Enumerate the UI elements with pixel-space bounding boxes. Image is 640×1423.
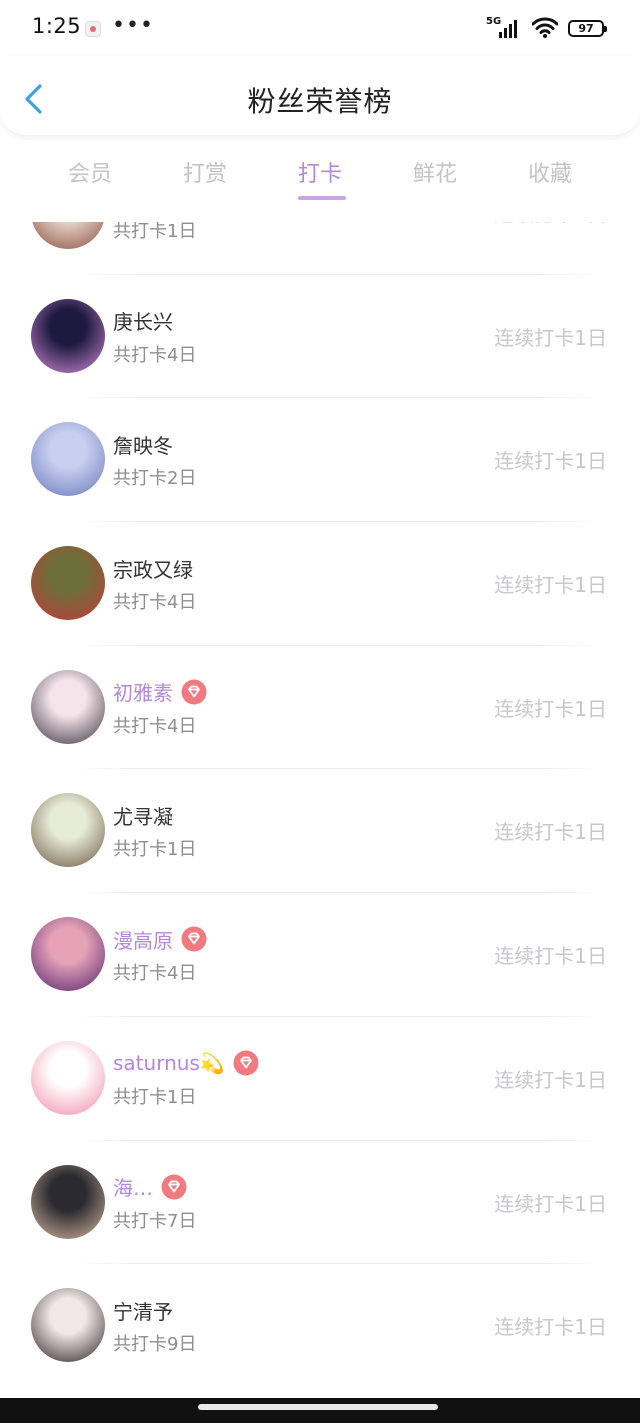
streak-days: 连续打卡1日 xyxy=(494,1191,607,1216)
system-navigation-bar xyxy=(0,1398,640,1423)
tab-bar: 会员 打赏 打卡 鲜花 收藏 xyxy=(0,140,640,220)
list-item[interactable]: 宁清予共打卡9日 连续打卡1日 xyxy=(0,1263,640,1387)
avatar[interactable] xyxy=(31,1288,105,1363)
name-line: 海… xyxy=(113,1174,187,1200)
streak-days: 连续打卡1日 xyxy=(494,820,607,845)
row-divider xyxy=(76,892,600,894)
name-line: 漫高原 xyxy=(113,926,207,953)
list-item[interactable]: 欢欢共打卡1日连续打卡1日 xyxy=(0,222,640,274)
list-item[interactable]: 漫高原共打卡4日 连续打卡1日 xyxy=(0,892,640,1016)
tab-flowers[interactable]: 鲜花 xyxy=(403,140,467,220)
wifi-icon xyxy=(532,17,558,38)
name-line: 詹映冬 xyxy=(113,431,173,458)
home-indicator[interactable] xyxy=(198,1404,438,1410)
streak-days: 连续打卡1日 xyxy=(494,1315,607,1340)
avatar[interactable] xyxy=(31,1164,105,1239)
streak-days: 连续打卡1日 xyxy=(494,944,607,969)
total-checkins: 共打卡4日 xyxy=(113,344,197,366)
user-name: 海… xyxy=(113,1176,153,1200)
total-checkins: 共打卡1日 xyxy=(113,1086,197,1108)
list-item[interactable]: 初雅素共打卡4日 连续打卡1日 xyxy=(0,644,640,769)
fan-list-viewport[interactable]: 欢欢共打卡1日连续打卡1日庚长兴共打卡4日连续打卡1日詹映冬共打卡2日连续打卡1… xyxy=(0,222,640,1398)
battery-level: 97 xyxy=(578,21,594,35)
more-notifications-icon: ••• xyxy=(112,13,154,38)
avatar[interactable] xyxy=(31,422,105,497)
list-item[interactable]: 尤寻凝共打卡1日 连续打卡1日 xyxy=(0,768,640,892)
list-item[interactable]: saturnus💫 共打卡1日 连续打卡1日 xyxy=(0,1015,640,1140)
user-name: 庚长兴 xyxy=(113,310,173,335)
total-checkins: 共打卡9日 xyxy=(113,1334,197,1356)
streak-days: 连续打卡1日 xyxy=(494,1067,607,1092)
total-checkins: 共打卡7日 xyxy=(113,1210,197,1232)
diamond-badge-icon xyxy=(181,926,207,952)
user-name: 漫高原 xyxy=(113,928,173,953)
name-line: 庚长兴 xyxy=(113,308,173,334)
name-line: 宗政又绿 xyxy=(113,555,193,582)
status-bar: 1:25 ••• 5G 97 xyxy=(0,0,640,56)
status-time: 1:25 xyxy=(32,14,82,38)
total-checkins: 共打卡4日 xyxy=(113,592,197,614)
streak-days: 连续打卡1日 xyxy=(494,325,607,350)
user-name: saturnus💫 xyxy=(113,1050,225,1075)
avatar[interactable] xyxy=(31,222,105,249)
list-item[interactable]: 海… 共打卡7日 连续打卡1日 xyxy=(0,1139,640,1264)
user-name: 初雅素 xyxy=(113,681,173,706)
total-checkins: 共打卡1日 xyxy=(113,839,197,861)
row-divider xyxy=(76,644,600,646)
page-title: 粉丝荣誉榜 xyxy=(247,85,393,118)
diamond-badge-icon xyxy=(161,1174,187,1199)
diamond-badge-icon xyxy=(181,679,207,705)
row-divider xyxy=(76,1139,600,1141)
row-divider xyxy=(76,768,600,770)
battery-icon: 97 xyxy=(568,19,607,37)
fan-list: 欢欢共打卡1日连续打卡1日庚长兴共打卡4日连续打卡1日詹映冬共打卡2日连续打卡1… xyxy=(0,222,640,1387)
row-divider xyxy=(76,521,600,523)
total-checkins: 共打卡4日 xyxy=(113,715,197,737)
user-name: 宗政又绿 xyxy=(113,557,193,582)
list-item[interactable]: 宗政又绿共打卡4日 连续打卡1日 xyxy=(0,521,640,645)
streak-days: 连续打卡1日 xyxy=(494,573,607,598)
row-divider xyxy=(76,273,600,275)
streak-days: 连续打卡1日 xyxy=(494,449,607,474)
user-name: 尤寻凝 xyxy=(113,804,173,829)
avatar[interactable] xyxy=(31,1040,105,1115)
navigation-header: 粉丝荣誉榜 xyxy=(0,56,640,136)
name-line: 尤寻凝 xyxy=(113,802,173,829)
tab-checkin[interactable]: 打卡 xyxy=(288,140,352,220)
row-divider xyxy=(76,397,600,399)
row-divider xyxy=(76,1263,600,1265)
total-checkins: 共打卡1日 xyxy=(113,222,197,242)
avatar[interactable] xyxy=(31,298,105,373)
tab-members[interactable]: 会员 xyxy=(58,140,122,220)
status-indicators: 5G 97 xyxy=(486,15,607,41)
avatar[interactable] xyxy=(31,669,105,744)
signal-icon: 5G xyxy=(486,16,522,40)
diamond-badge-icon xyxy=(233,1050,259,1076)
app-notification-icon xyxy=(85,21,101,37)
tab-favorites[interactable]: 收藏 xyxy=(518,140,582,220)
name-line: 宁清予 xyxy=(113,1297,173,1324)
row-divider xyxy=(76,1015,600,1017)
avatar[interactable] xyxy=(31,546,105,621)
name-line: 初雅素 xyxy=(113,679,207,705)
avatar[interactable] xyxy=(31,793,105,868)
streak-days: 连续打卡1日 xyxy=(494,696,607,721)
tab-rewards[interactable]: 打赏 xyxy=(173,140,237,220)
user-name: 宁清予 xyxy=(113,1299,173,1324)
user-name: 詹映冬 xyxy=(113,433,173,458)
list-item[interactable]: 詹映冬共打卡2日 连续打卡1日 xyxy=(0,397,640,521)
name-line: saturnus💫 xyxy=(113,1050,259,1076)
total-checkins: 共打卡4日 xyxy=(113,963,197,985)
total-checkins: 共打卡2日 xyxy=(113,468,197,490)
avatar[interactable] xyxy=(31,917,105,992)
streak-days: 连续打卡1日 xyxy=(494,222,607,227)
list-item[interactable]: 庚长兴共打卡4日 连续打卡1日 xyxy=(0,273,640,398)
